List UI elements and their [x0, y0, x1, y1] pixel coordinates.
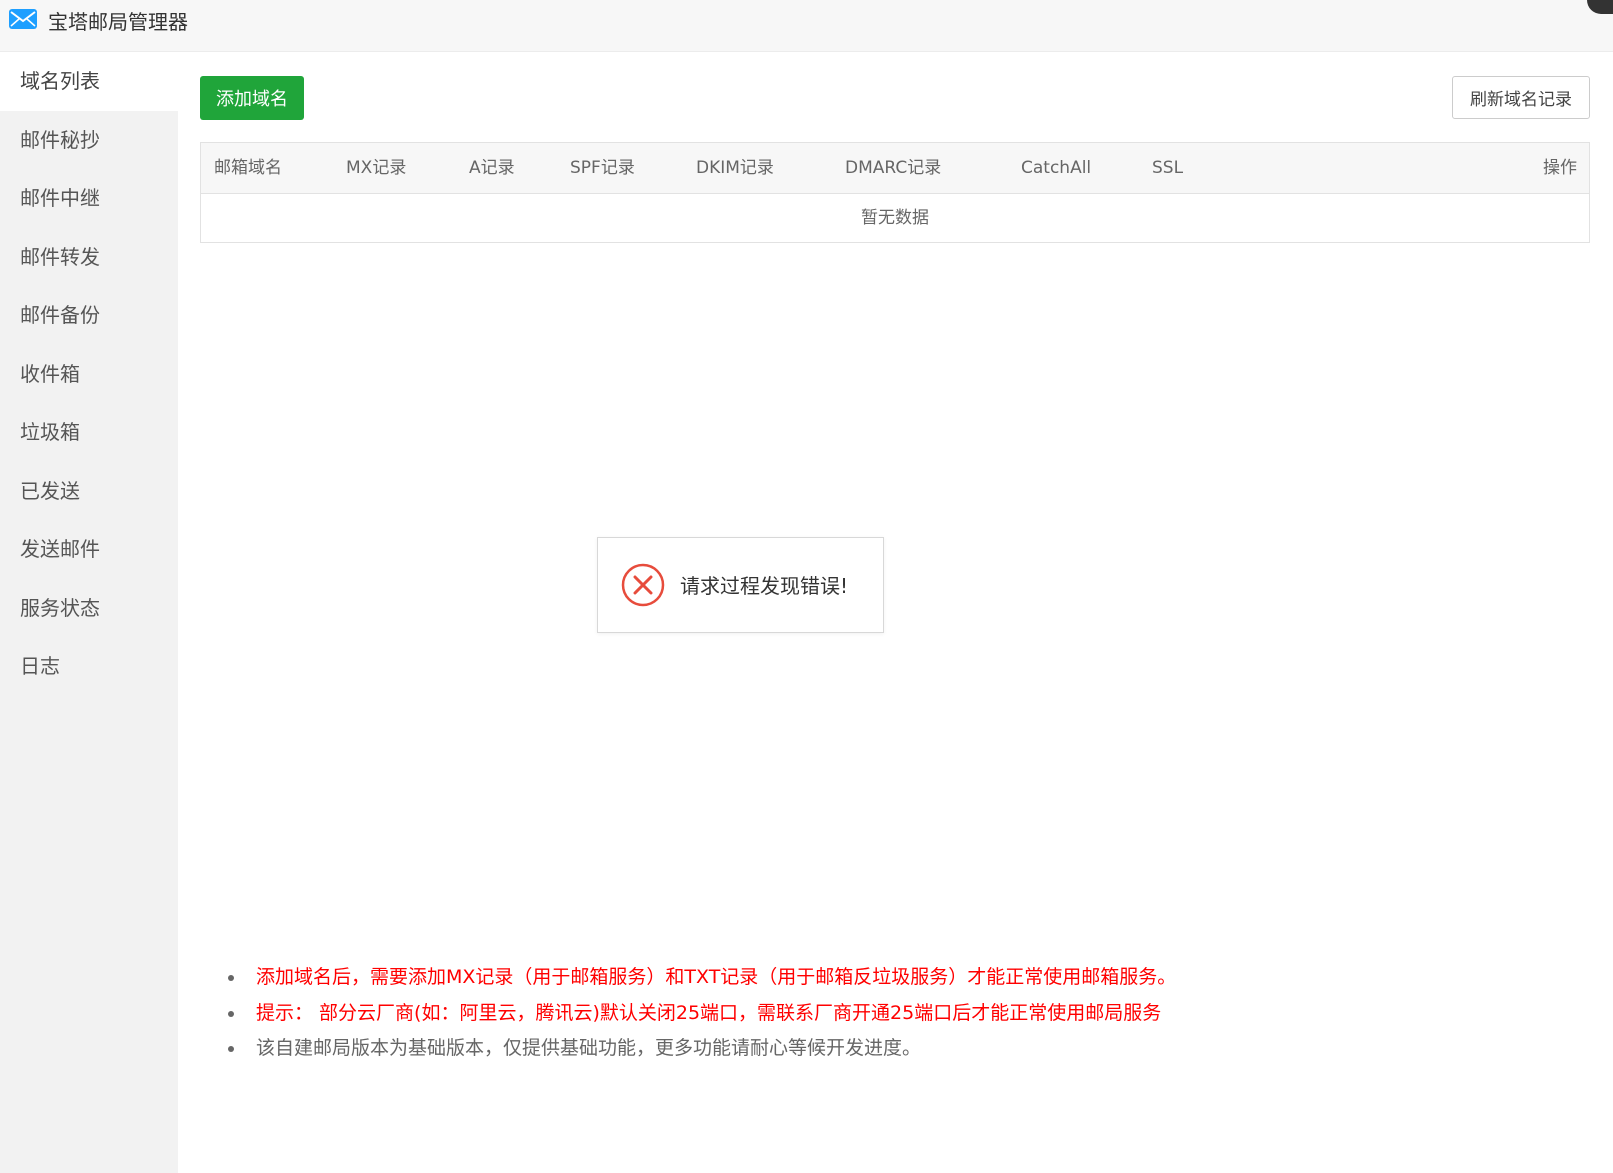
main-content: 添加域名 刷新域名记录 邮箱域名 MX记录 A记录 SPF记录 DKIM记录 D… [178, 52, 1613, 1173]
envelope-icon [9, 9, 37, 29]
column-header-ssl: SSL [1152, 158, 1184, 178]
table-header: 邮箱域名 MX记录 A记录 SPF记录 DKIM记录 DMARC记录 Catch… [201, 143, 1589, 194]
sidebar-item-inbox[interactable]: 收件箱 [0, 345, 178, 404]
sidebar-item-domain-list[interactable]: 域名列表 [0, 52, 178, 111]
error-toast: 请求过程发现错误! [597, 537, 884, 633]
sidebar-item-logs[interactable]: 日志 [0, 637, 178, 696]
sidebar: 域名列表 邮件秘抄 邮件中继 邮件转发 邮件备份 收件箱 垃圾箱 已发送 发送邮… [0, 52, 178, 1173]
tips-list: 添加域名后，需要添加MX记录（用于邮箱服务）和TXT记录（用于邮箱反垃圾服务）才… [218, 960, 1176, 1067]
column-header-dkim: DKIM记录 [696, 158, 774, 178]
column-header-actions: 操作 [1543, 158, 1577, 178]
column-header-a: A记录 [469, 158, 515, 178]
sidebar-item-spam[interactable]: 垃圾箱 [0, 403, 178, 462]
sidebar-item-compose[interactable]: 发送邮件 [0, 520, 178, 579]
sidebar-item-service-status[interactable]: 服务状态 [0, 579, 178, 638]
window-corner [1587, 0, 1613, 14]
table-empty-message: 暂无数据 [861, 208, 929, 228]
column-header-mx: MX记录 [346, 158, 407, 178]
tip-item: 该自建邮局版本为基础版本，仅提供基础功能，更多功能请耐心等候开发进度。 [218, 1031, 1176, 1067]
add-domain-button[interactable]: 添加域名 [200, 76, 304, 120]
column-header-spf: SPF记录 [570, 158, 635, 178]
sidebar-item-mail-bcc[interactable]: 邮件秘抄 [0, 111, 178, 170]
error-circle-icon [621, 563, 665, 607]
domain-table: 邮箱域名 MX记录 A记录 SPF记录 DKIM记录 DMARC记录 Catch… [200, 142, 1590, 243]
tip-item: 添加域名后，需要添加MX记录（用于邮箱服务）和TXT记录（用于邮箱反垃圾服务）才… [218, 960, 1176, 996]
column-header-domain: 邮箱域名 [214, 158, 282, 178]
sidebar-item-mail-backup[interactable]: 邮件备份 [0, 286, 178, 345]
column-header-catchall: CatchAll [1021, 158, 1092, 178]
refresh-domain-records-button[interactable]: 刷新域名记录 [1452, 76, 1590, 119]
app-title: 宝塔邮局管理器 [48, 10, 188, 34]
sidebar-item-mail-forward[interactable]: 邮件转发 [0, 228, 178, 287]
sidebar-item-sent[interactable]: 已发送 [0, 462, 178, 521]
tip-item: 提示： 部分云厂商(如：阿里云，腾讯云)默认关闭25端口，需联系厂商开通25端口… [218, 996, 1176, 1032]
title-bar: 宝塔邮局管理器 [0, 0, 1613, 52]
error-message: 请求过程发现错误! [680, 574, 849, 598]
column-header-dmarc: DMARC记录 [845, 158, 942, 178]
sidebar-item-mail-relay[interactable]: 邮件中继 [0, 169, 178, 228]
